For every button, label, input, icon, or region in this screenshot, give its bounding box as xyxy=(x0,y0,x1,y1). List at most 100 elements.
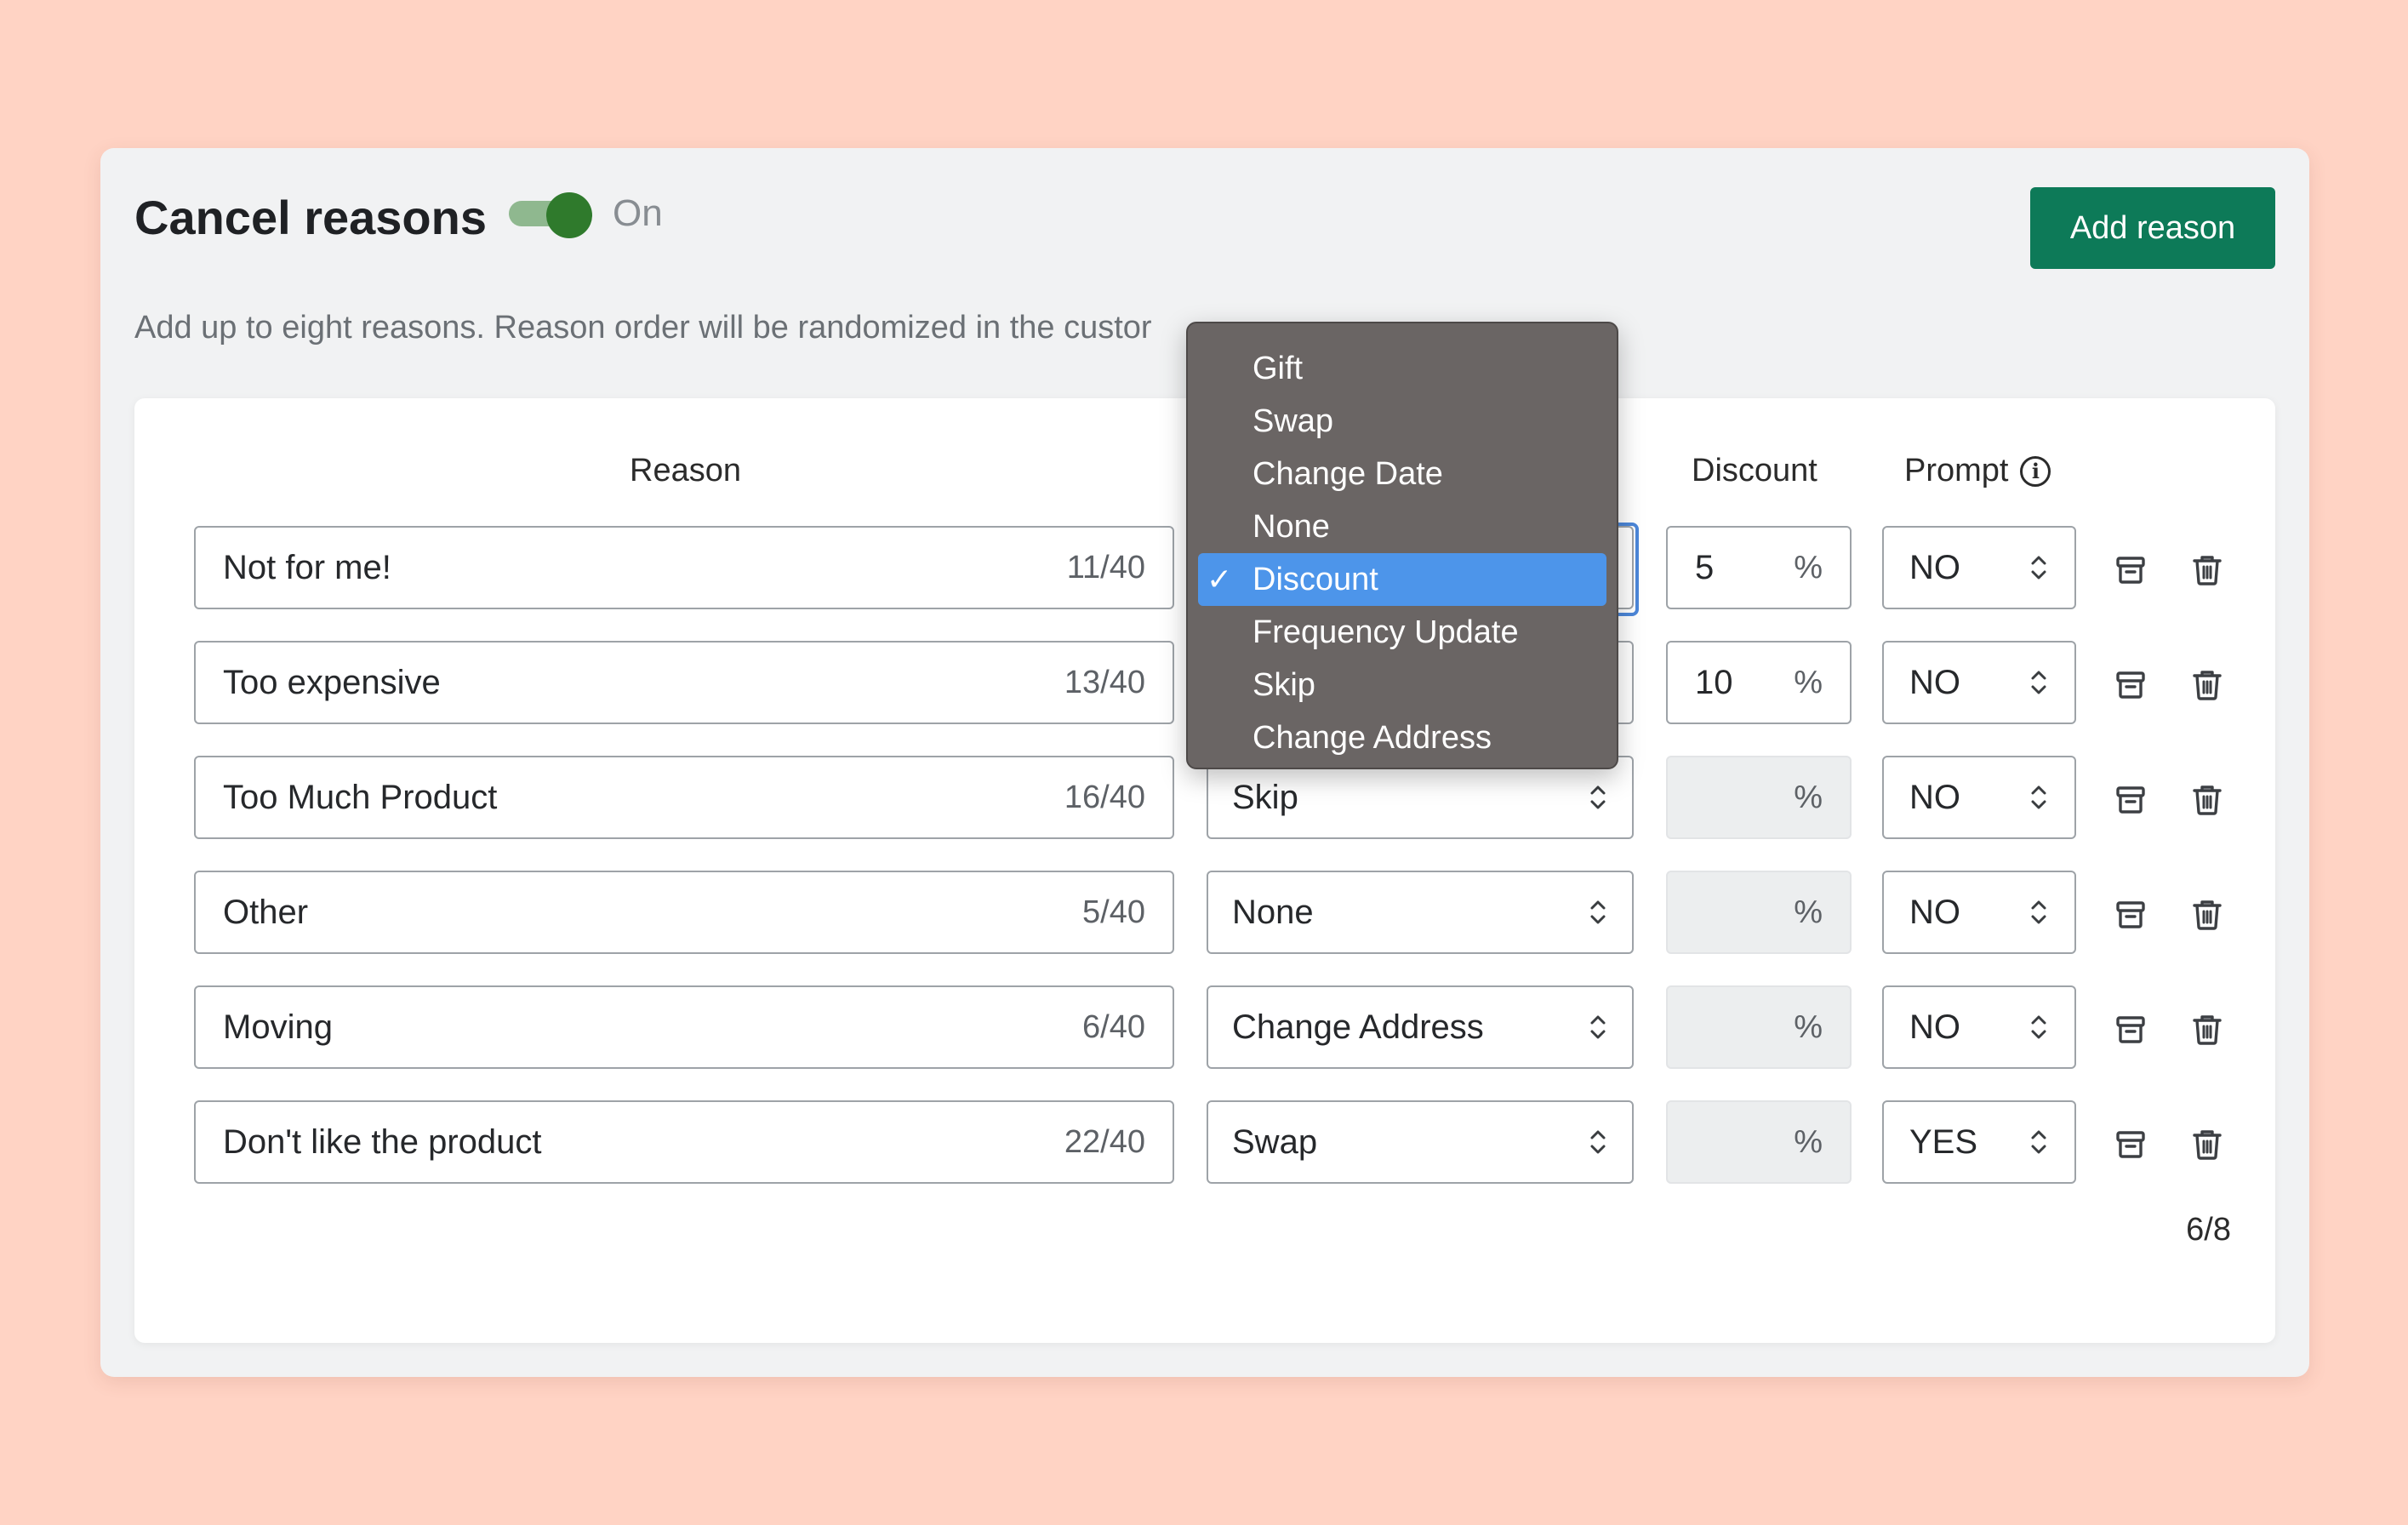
enable-toggle[interactable] xyxy=(509,192,594,238)
page-title: Cancel reasons xyxy=(134,191,487,244)
character-count: 22/40 xyxy=(1064,1123,1145,1160)
action-select[interactable]: Change Address xyxy=(1207,985,1634,1069)
reason-input[interactable]: Not for me! 11/40 xyxy=(194,526,1174,609)
discount-input[interactable]: 5 % xyxy=(1666,526,1852,609)
trash-icon[interactable] xyxy=(2188,896,2226,934)
dropdown-option-frequency-update[interactable]: Frequency Update xyxy=(1198,606,1606,659)
dropdown-option-label: Frequency Update xyxy=(1253,614,1519,650)
reason-text: Too expensive xyxy=(223,663,441,701)
column-header-discount: Discount xyxy=(1692,453,1817,488)
column-header-reason: Reason xyxy=(630,453,741,488)
dropdown-option-label: Swap xyxy=(1253,403,1334,439)
dropdown-option-label: Change Address xyxy=(1253,719,1492,756)
reason-input[interactable]: Moving 6/40 xyxy=(194,985,1174,1069)
archive-icon[interactable] xyxy=(2112,781,2149,819)
table-row-5: Moving 6/40 Change Address % NO xyxy=(134,985,2275,1069)
prompt-select[interactable]: YES xyxy=(1882,1100,2076,1184)
table-row-6: Don't like the product 22/40 Swap % YES xyxy=(134,1100,2275,1184)
toggle-knob xyxy=(546,192,592,238)
stepper-icon xyxy=(1588,1125,1608,1159)
prompt-select[interactable]: NO xyxy=(1882,526,2076,609)
stepper-icon xyxy=(1588,1010,1608,1044)
discount-input[interactable]: % xyxy=(1666,756,1852,839)
archive-icon[interactable] xyxy=(2112,666,2149,704)
column-header-prompt: Prompt i xyxy=(1904,453,2051,489)
checkmark-icon: ✓ xyxy=(1207,562,1233,597)
percent-suffix: % xyxy=(1794,664,1823,700)
prompt-select[interactable]: NO xyxy=(1882,871,2076,954)
trash-icon[interactable] xyxy=(2188,781,2226,819)
reason-input[interactable]: Too Much Product 16/40 xyxy=(194,756,1174,839)
percent-suffix: % xyxy=(1794,894,1823,930)
reason-input[interactable]: Don't like the product 22/40 xyxy=(194,1100,1174,1184)
prompt-value: NO xyxy=(1909,663,1960,701)
action-value: Swap xyxy=(1232,1122,1318,1161)
add-reason-button[interactable]: Add reason xyxy=(2030,187,2275,269)
dropdown-option-none[interactable]: None xyxy=(1198,500,1606,553)
reason-input[interactable]: Other 5/40 xyxy=(194,871,1174,954)
trash-icon[interactable] xyxy=(2188,551,2226,589)
reason-text: Moving xyxy=(223,1008,333,1046)
reason-text: Too Much Product xyxy=(223,778,498,816)
trash-icon[interactable] xyxy=(2188,1126,2226,1163)
character-count: 5/40 xyxy=(1082,894,1145,930)
dropdown-option-skip[interactable]: Skip xyxy=(1198,659,1606,711)
toggle-label: On xyxy=(613,192,663,234)
archive-icon[interactable] xyxy=(2112,1126,2149,1163)
prompt-value: YES xyxy=(1909,1122,1978,1161)
action-select[interactable]: None xyxy=(1207,871,1634,954)
discount-input[interactable]: 10 % xyxy=(1666,641,1852,724)
dropdown-option-gift[interactable]: Gift xyxy=(1198,342,1606,395)
discount-input[interactable]: % xyxy=(1666,871,1852,954)
discount-value: 10 xyxy=(1695,663,1733,701)
character-count: 13/40 xyxy=(1064,664,1145,700)
dropdown-option-change-date[interactable]: Change Date xyxy=(1198,448,1606,500)
prompt-select[interactable]: NO xyxy=(1882,985,2076,1069)
dropdown-option-label: None xyxy=(1253,508,1330,545)
stepper-icon xyxy=(2029,1010,2049,1044)
trash-icon[interactable] xyxy=(2188,666,2226,704)
prompt-value: NO xyxy=(1909,1008,1960,1046)
action-dropdown-menu[interactable]: Gift Swap Change Date None ✓ Discount Frequenc… xyxy=(1186,322,1618,769)
prompt-select[interactable]: NO xyxy=(1882,756,2076,839)
archive-icon[interactable] xyxy=(2112,551,2149,589)
archive-icon[interactable] xyxy=(2112,896,2149,934)
reason-text: Other xyxy=(223,893,309,931)
stepper-icon xyxy=(2029,551,2049,585)
reason-text: Don't like the product xyxy=(223,1122,542,1161)
percent-suffix: % xyxy=(1794,1008,1823,1045)
discount-input[interactable]: % xyxy=(1666,1100,1852,1184)
discount-value: 5 xyxy=(1695,548,1715,586)
archive-icon[interactable] xyxy=(2112,1011,2149,1048)
dropdown-option-label: Skip xyxy=(1253,666,1315,703)
dropdown-option-label: Change Date xyxy=(1253,455,1443,492)
dropdown-option-discount[interactable]: ✓ Discount xyxy=(1198,553,1606,606)
percent-suffix: % xyxy=(1794,779,1823,815)
percent-suffix: % xyxy=(1794,1123,1823,1160)
dropdown-option-swap[interactable]: Swap xyxy=(1198,395,1606,448)
prompt-value: NO xyxy=(1909,778,1960,816)
discount-input[interactable]: % xyxy=(1666,985,1852,1069)
dropdown-option-change-address[interactable]: Change Address xyxy=(1198,711,1606,764)
stepper-icon xyxy=(2029,780,2049,814)
trash-icon[interactable] xyxy=(2188,1011,2226,1048)
reason-text: Not for me! xyxy=(223,548,391,586)
reason-input[interactable]: Too expensive 13/40 xyxy=(194,641,1174,724)
description-text: Add up to eight reasons. Reason order wi… xyxy=(134,310,1152,346)
action-value: None xyxy=(1232,893,1314,931)
action-select[interactable]: Swap xyxy=(1207,1100,1634,1184)
stepper-icon xyxy=(2029,895,2049,929)
prompt-value: NO xyxy=(1909,548,1960,586)
table-row-4: Other 5/40 None % NO xyxy=(134,871,2275,954)
info-icon[interactable]: i xyxy=(2020,455,2051,487)
dropdown-option-label: Discount xyxy=(1253,561,1378,597)
reason-counter: 6/8 xyxy=(2186,1212,2231,1248)
column-header-prompt-label: Prompt xyxy=(1904,453,2009,488)
prompt-value: NO xyxy=(1909,893,1960,931)
percent-suffix: % xyxy=(1794,549,1823,585)
dropdown-option-label: Gift xyxy=(1253,350,1304,386)
stepper-icon xyxy=(1588,895,1608,929)
character-count: 6/40 xyxy=(1082,1008,1145,1045)
stepper-icon xyxy=(1588,780,1608,814)
prompt-select[interactable]: NO xyxy=(1882,641,2076,724)
